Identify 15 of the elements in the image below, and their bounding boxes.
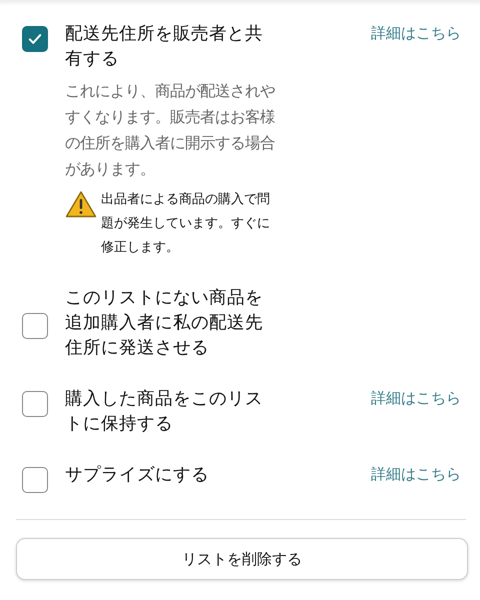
warning-icon: [65, 190, 97, 218]
details-link[interactable]: 詳細はこちら: [371, 22, 461, 44]
option-label: サプライズにする: [65, 464, 210, 487]
details-link[interactable]: 詳細はこちら: [371, 463, 461, 485]
delete-list-button[interactable]: リストを削除する: [16, 538, 468, 580]
option-label: 配送先住所を販売者と共有する: [65, 23, 264, 71]
details-link[interactable]: 詳細はこちら: [371, 387, 461, 409]
checkbox[interactable]: [22, 467, 48, 493]
checkbox[interactable]: [22, 26, 48, 52]
option-description: これにより、商品が配送されやすくなります。販売者はお客様の住所を購入者に開示する場合があります。: [65, 81, 276, 180]
warning-message: 出品者による商品の購入で問題が発生しています。すぐに修正します。: [101, 191, 271, 257]
checkbox[interactable]: [22, 312, 48, 338]
option-label: このリストにない商品を追加購入者に私の配送先住所に発送させる: [65, 287, 264, 360]
checkbox[interactable]: [22, 391, 48, 417]
option-label: 購入した商品をこのリストに保持する: [65, 388, 264, 436]
